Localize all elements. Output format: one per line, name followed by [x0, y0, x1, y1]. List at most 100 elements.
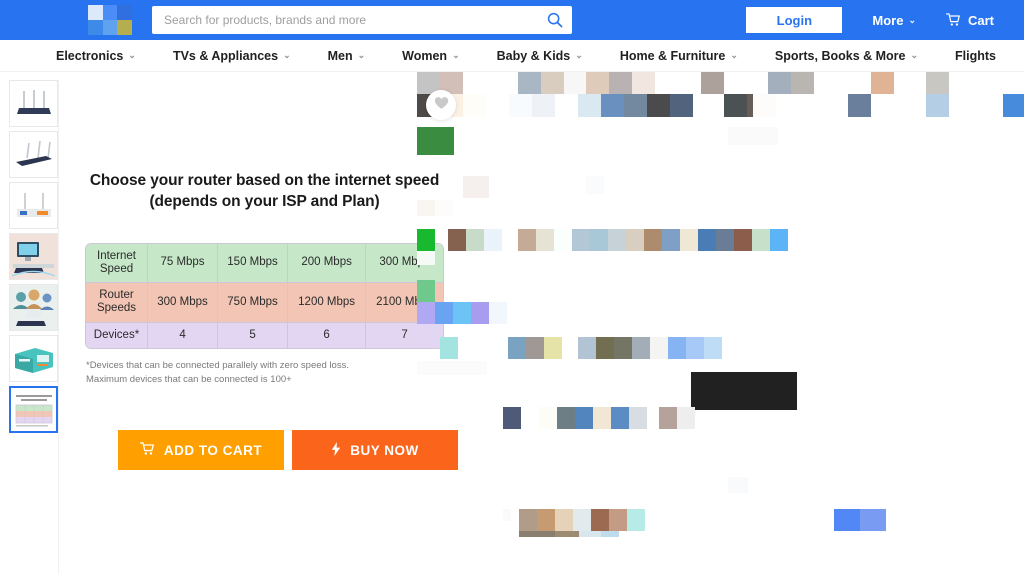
nav-item-men[interactable]: Men ⌄	[328, 49, 366, 63]
chevron-down-icon: ⌄	[910, 50, 919, 60]
infographic-title-line2: (depends on your ISP and Plan)	[149, 192, 380, 210]
redacted-block	[440, 337, 458, 359]
redacted-block	[578, 337, 596, 359]
redacted-block	[489, 302, 507, 324]
cart-button[interactable]: Cart	[945, 12, 994, 28]
nav-item-baby-kids[interactable]: Baby & Kids ⌄	[497, 49, 583, 63]
redacted-block	[632, 72, 655, 94]
redacted-block	[728, 127, 778, 145]
login-button[interactable]: Login	[746, 7, 843, 33]
page-body: Choose your router based on the internet…	[0, 72, 1024, 574]
redacted-block	[586, 72, 609, 94]
header-actions: Login More ⌄ Cart	[746, 0, 1008, 40]
redacted-block	[417, 200, 435, 216]
table-row-devices: Devices* 4 5 6 7	[86, 322, 443, 348]
redacted-block	[417, 251, 435, 265]
redacted-block	[564, 72, 587, 94]
cart-label: Cart	[967, 12, 994, 28]
redacted-block	[770, 229, 788, 251]
redacted-block	[753, 94, 776, 117]
nav-item-tvs-appliances[interactable]: TVs & Appliances ⌄	[173, 49, 291, 63]
redacted-block	[734, 229, 752, 251]
nav-label: Baby & Kids	[496, 48, 571, 63]
search-icon[interactable]	[546, 11, 564, 29]
redacted-block	[716, 229, 734, 251]
redacted-block	[609, 509, 627, 531]
nav-label: Home & Furniture	[619, 48, 726, 63]
redacted-block	[728, 477, 748, 493]
nav-label: TVs & Appliances	[172, 48, 279, 63]
more-menu[interactable]: More ⌄	[872, 13, 916, 28]
redacted-block	[926, 72, 949, 94]
wishlist-button[interactable]	[426, 90, 456, 120]
redacted-block	[629, 407, 647, 429]
redacted-block	[541, 72, 564, 94]
row-label: Router Speeds	[86, 283, 148, 323]
redacted-block	[539, 407, 557, 429]
infographic-title-line1: Choose your router based on the internet…	[89, 171, 440, 189]
nav-item-home-furniture[interactable]: Home & Furniture ⌄	[620, 49, 738, 63]
redacted-block	[627, 509, 645, 531]
chevron-down-icon: ⌄	[283, 50, 291, 60]
redacted-block	[435, 200, 453, 216]
search-bar[interactable]	[152, 6, 572, 34]
cell-value: 750 Mbps	[218, 283, 289, 323]
redacted-block	[677, 407, 695, 429]
redacted-block	[659, 407, 677, 429]
logo-tile-4	[88, 20, 103, 35]
redacted-block	[417, 302, 435, 324]
redacted-block	[626, 229, 644, 251]
chevron-down-icon: ⌄	[908, 14, 916, 25]
redacted-block	[686, 337, 704, 359]
redacted-block	[503, 509, 511, 521]
infographic-footnote: *Devices that can be connected parallely…	[86, 359, 448, 388]
product-gallery-column: Choose your router based on the internet…	[0, 72, 458, 574]
redacted-block	[624, 94, 647, 117]
chevron-down-icon: ⌄	[730, 50, 738, 60]
nav-label: Sports, Books & More	[774, 48, 906, 63]
redacted-block	[768, 72, 791, 94]
thumbnail-router-front[interactable]	[9, 80, 58, 127]
redacted-block	[590, 229, 608, 251]
nav-item-sports-books-more[interactable]: Sports, Books & More ⌄	[775, 49, 918, 63]
redacted-block	[614, 337, 632, 359]
thumbnail-router-angle[interactable]	[9, 131, 58, 178]
redacted-block	[644, 229, 662, 251]
redacted-block	[670, 94, 693, 117]
thumbnail-strip	[0, 80, 58, 574]
redacted-block	[601, 531, 619, 537]
redacted-block	[544, 337, 562, 359]
redacted-block	[668, 337, 686, 359]
add-to-cart-button[interactable]: ADD TO CART	[118, 430, 284, 470]
search-input[interactable]	[164, 13, 546, 27]
redacted-block	[593, 407, 611, 429]
table-row-internet-speed: Internet Speed 75 Mbps 150 Mbps 200 Mbps…	[86, 243, 443, 284]
chevron-down-icon: ⌄	[452, 50, 460, 60]
redacted-block	[871, 72, 894, 94]
redacted-block	[572, 229, 590, 251]
thumbnail-desk-lifestyle[interactable]	[9, 233, 58, 280]
nav-item-flights[interactable]: Flights	[955, 49, 996, 63]
redacted-block	[508, 337, 526, 359]
redacted-block	[609, 72, 632, 94]
bolt-icon	[331, 441, 341, 459]
thumbnail-family-lifestyle[interactable]	[9, 284, 58, 331]
cell-value: 75 Mbps	[148, 243, 219, 284]
thumbnail-speed-table[interactable]	[9, 386, 58, 433]
redacted-block	[453, 302, 471, 324]
logo-tile-1	[88, 5, 103, 20]
redacted-block	[417, 127, 454, 155]
cart-icon	[139, 441, 155, 459]
thumbnail-retail-box[interactable]	[9, 335, 58, 382]
redacted-block	[926, 94, 949, 117]
chevron-down-icon: ⌄	[128, 50, 136, 60]
brand-logo[interactable]	[88, 5, 132, 35]
nav-label: Women	[402, 48, 448, 63]
redacted-block	[463, 94, 486, 117]
nav-item-electronics[interactable]: Electronics ⌄	[56, 49, 136, 63]
redacted-block	[608, 229, 626, 251]
nav-item-women[interactable]: Women ⌄	[402, 49, 459, 63]
cell-value: 150 Mbps	[218, 243, 289, 284]
thumbnail-router-ports[interactable]	[9, 182, 58, 229]
redacted-block	[591, 509, 609, 531]
